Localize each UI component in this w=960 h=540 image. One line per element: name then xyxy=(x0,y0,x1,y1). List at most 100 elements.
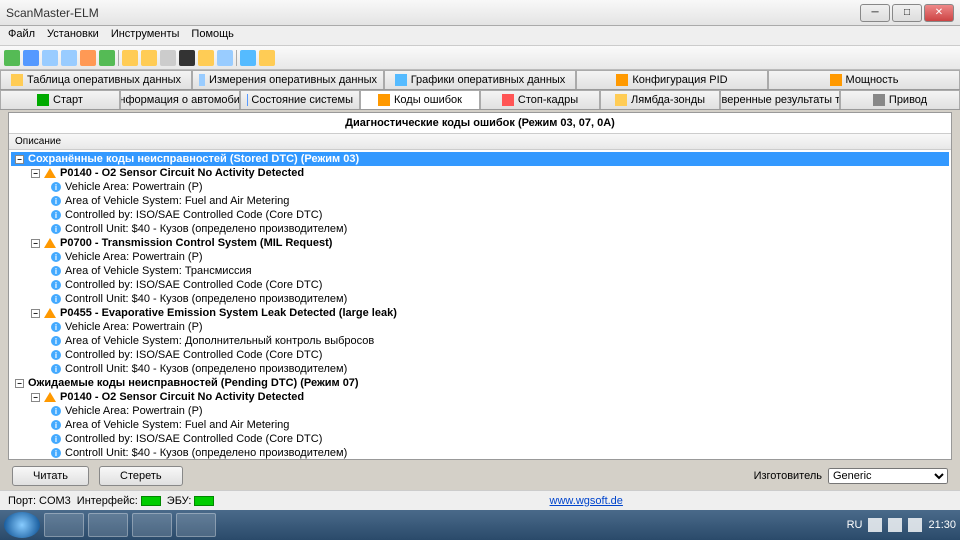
toolbar-icon[interactable] xyxy=(141,50,157,66)
toolbar-icon[interactable] xyxy=(99,50,115,66)
clock[interactable]: 21:30 xyxy=(928,519,956,531)
port-value: COM3 xyxy=(39,495,71,507)
collapse-icon[interactable]: − xyxy=(31,393,40,402)
tree-row[interactable]: iControlled by: ISO/SAE Controlled Code … xyxy=(11,432,949,446)
lang-indicator[interactable]: RU xyxy=(847,519,863,531)
tab-label: Конфигурация PID xyxy=(632,74,727,86)
tab[interactable]: Таблица оперативных данных xyxy=(0,70,192,89)
taskbar-item[interactable] xyxy=(176,513,216,537)
tab-label: Мощность xyxy=(846,74,899,86)
erase-button[interactable]: Стереть xyxy=(99,466,183,486)
tree-row[interactable]: iVehicle Area: Powertrain (P) xyxy=(11,250,949,264)
toolbar-icon[interactable] xyxy=(198,50,214,66)
tab-icon xyxy=(395,74,407,86)
collapse-icon[interactable]: − xyxy=(15,155,24,164)
tree-row[interactable]: iVehicle Area: Powertrain (P) xyxy=(11,180,949,194)
toolbar-icon[interactable] xyxy=(240,50,256,66)
tab[interactable]: Графики оперативных данных xyxy=(384,70,576,89)
toolbar-icon[interactable] xyxy=(160,50,176,66)
tab[interactable]: Мощность xyxy=(768,70,960,89)
warning-icon xyxy=(44,168,56,178)
bottom-bar: Читать Стереть Изготовитель Generic xyxy=(0,462,960,490)
taskbar-item[interactable] xyxy=(88,513,128,537)
tree-row[interactable]: iControll Unit: $40 - Кузов (определено … xyxy=(11,292,949,306)
tab-label: Информация о автомобиле xyxy=(120,94,240,106)
close-button[interactable]: ✕ xyxy=(924,4,954,22)
warning-icon xyxy=(44,392,56,402)
tree-row[interactable]: −P0140 - O2 Sensor Circuit No Activity D… xyxy=(11,390,949,404)
toolbar-icon[interactable] xyxy=(80,50,96,66)
tab[interactable]: Стоп-кадры xyxy=(480,90,600,109)
dtc-detail: Controll Unit: $40 - Кузов (определено п… xyxy=(65,363,347,375)
tab[interactable]: Информация о автомобиле xyxy=(120,90,240,109)
collapse-icon[interactable]: − xyxy=(31,309,40,318)
toolbar-icon[interactable] xyxy=(217,50,233,66)
info-icon: i xyxy=(51,280,61,290)
taskbar-item[interactable] xyxy=(132,513,172,537)
menu-tools[interactable]: Инструменты xyxy=(111,28,180,43)
tab[interactable]: Проверенные результаты теста xyxy=(720,90,840,109)
warning-icon xyxy=(44,308,56,318)
tab-label: Измерения оперативных данных xyxy=(209,74,377,86)
tree-row[interactable]: iControlled by: ISO/SAE Controlled Code … xyxy=(11,348,949,362)
tray-icon[interactable] xyxy=(888,518,902,532)
menu-help[interactable]: Помощь xyxy=(191,28,234,43)
tab[interactable]: Лямбда-зонды xyxy=(600,90,720,109)
tab-label: Старт xyxy=(53,94,83,106)
warning-icon xyxy=(44,238,56,248)
tree-row[interactable]: iControlled by: ISO/SAE Controlled Code … xyxy=(11,208,949,222)
tree-row[interactable]: −Ожидаемые коды неисправностей (Pending … xyxy=(11,376,949,390)
tree-row[interactable]: − P0700 - Transmission Control System (MI… xyxy=(11,236,949,250)
menu-file[interactable]: Файл xyxy=(8,28,35,43)
tree-row[interactable]: iControll Unit: $40 - Кузов (определено … xyxy=(11,446,949,459)
tree-row[interactable]: iArea of Vehicle System: Fuel and Air Me… xyxy=(11,194,949,208)
iface-led-icon xyxy=(141,496,161,506)
toolbar-icon[interactable] xyxy=(259,50,275,66)
tree-row[interactable]: iArea of Vehicle System: Трансмиссия xyxy=(11,264,949,278)
minimize-button[interactable]: ─ xyxy=(860,4,890,22)
toolbar-icon[interactable] xyxy=(179,50,195,66)
tree-row[interactable]: −P0455 - Evaporative Emission System Lea… xyxy=(11,306,949,320)
dtc-detail: Area of Vehicle System: Трансмиссия xyxy=(65,265,252,277)
tab[interactable]: Измерения оперативных данных xyxy=(192,70,384,89)
connect-icon[interactable] xyxy=(4,50,20,66)
read-button[interactable]: Читать xyxy=(12,466,89,486)
toolbar-icon[interactable] xyxy=(23,50,39,66)
tree-row[interactable]: −P0140 - O2 Sensor Circuit No Activity D… xyxy=(11,166,949,180)
menu-settings[interactable]: Установки xyxy=(47,28,99,43)
tab[interactable]: Старт xyxy=(0,90,120,109)
toolbar-icon[interactable] xyxy=(122,50,138,66)
dtc-code-title: P0700 - Transmission Control System (MIL… xyxy=(60,237,332,249)
tab[interactable]: Коды ошибок xyxy=(360,90,480,109)
tab[interactable]: Состояние системы xyxy=(240,90,360,109)
collapse-icon[interactable]: − xyxy=(31,239,40,248)
tab-label: Таблица оперативных данных xyxy=(27,74,181,86)
tree-row[interactable]: iArea of Vehicle System: Дополнительный … xyxy=(11,334,949,348)
start-button[interactable] xyxy=(4,512,40,538)
tree-row[interactable]: iVehicle Area: Powertrain (P) xyxy=(11,404,949,418)
tree-row[interactable]: −Сохранённые коды неисправностей (Stored… xyxy=(11,152,949,166)
tree-row[interactable]: iArea of Vehicle System: Fuel and Air Me… xyxy=(11,418,949,432)
toolbar xyxy=(0,46,960,70)
tree-row[interactable]: iControll Unit: $40 - Кузов (определено … xyxy=(11,222,949,236)
tab-label: Графики оперативных данных xyxy=(411,74,566,86)
column-header: Описание xyxy=(9,134,951,150)
taskbar-item[interactable] xyxy=(44,513,84,537)
dtc-tree[interactable]: −Сохранённые коды неисправностей (Stored… xyxy=(9,150,951,459)
tree-row[interactable]: iVehicle Area: Powertrain (P) xyxy=(11,320,949,334)
tree-row[interactable]: iControlled by: ISO/SAE Controlled Code … xyxy=(11,278,949,292)
collapse-icon[interactable]: − xyxy=(15,379,24,388)
website-link[interactable]: www.wgsoft.de xyxy=(550,495,623,507)
collapse-icon[interactable]: − xyxy=(31,169,40,178)
tab[interactable]: Конфигурация PID xyxy=(576,70,768,89)
tab-label: Лямбда-зонды xyxy=(631,94,705,106)
dtc-detail: Vehicle Area: Powertrain (P) xyxy=(65,181,203,193)
mfg-select[interactable]: Generic xyxy=(828,468,948,484)
toolbar-icon[interactable] xyxy=(61,50,77,66)
maximize-button[interactable]: □ xyxy=(892,4,922,22)
tray-icon[interactable] xyxy=(868,518,882,532)
tree-row[interactable]: iControll Unit: $40 - Кузов (определено … xyxy=(11,362,949,376)
volume-icon[interactable] xyxy=(908,518,922,532)
tab[interactable]: Привод xyxy=(840,90,960,109)
toolbar-icon[interactable] xyxy=(42,50,58,66)
